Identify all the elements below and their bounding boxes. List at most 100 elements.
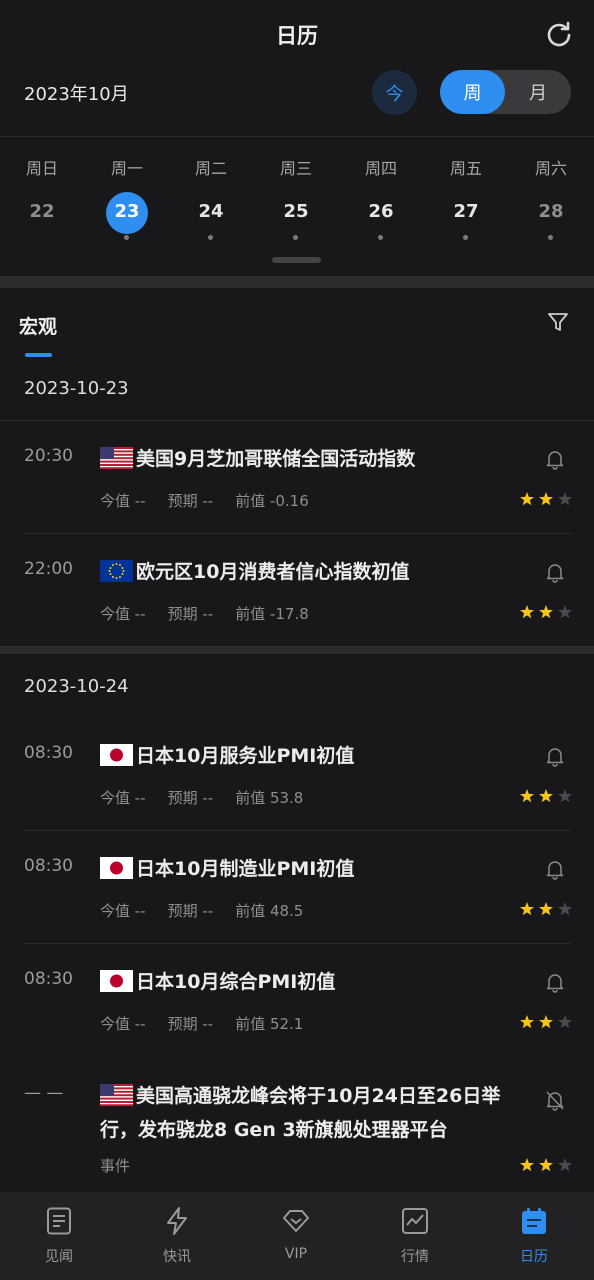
tab-calendar[interactable]: 日历 — [475, 1192, 593, 1280]
event-row[interactable]: 08:30 日本10月制造业PMI初值 今值 -- 预期 -- 前值 48.5 — [0, 850, 594, 940]
day-24[interactable]: 24 — [190, 192, 232, 234]
event-title: 美国9月芝加哥联储全国活动指数 — [100, 442, 415, 476]
jp-flag-icon — [100, 970, 133, 992]
event-values: 今值 -- 预期 -- 前值 52.1 — [100, 1013, 325, 1034]
page-title: 日历 — [276, 24, 318, 48]
weekday-label: 周四 — [364, 159, 397, 178]
event-title: 欧元区10月消费者信心指数初值 — [100, 555, 409, 589]
tab-label: VIP — [284, 1246, 308, 1262]
divider — [24, 943, 571, 944]
today-button[interactable]: 今 — [372, 70, 417, 115]
event-dot — [124, 235, 129, 240]
eu-flag-icon — [100, 560, 133, 582]
forecast-value: 预期 -- — [167, 902, 214, 920]
forecast-value: 预期 -- — [167, 1015, 214, 1033]
date-header: 2023-10-23 — [24, 378, 129, 399]
event-time: — — — [24, 1083, 64, 1103]
event-values: 今值 -- 预期 -- 前值 53.8 — [100, 787, 325, 808]
day-28[interactable]: 28 — [530, 192, 572, 234]
event-dot — [463, 235, 468, 240]
expand-handle[interactable] — [272, 257, 321, 263]
importance-stars — [520, 1015, 572, 1029]
tab-label: 日历 — [520, 1249, 548, 1265]
event-title: 日本10月服务业PMI初值 — [100, 739, 354, 773]
diamond-icon — [283, 1210, 309, 1232]
actual-value: 今值 -- — [100, 492, 146, 510]
forecast-value: 预期 -- — [167, 492, 214, 510]
event-time: 08:30 — [24, 856, 73, 876]
calendar-icon — [522, 1208, 546, 1234]
event-values: 今值 -- 预期 -- 前值 -17.8 — [100, 603, 331, 624]
tab-label: 见闻 — [45, 1249, 73, 1265]
event-dot — [548, 235, 553, 240]
day-27[interactable]: 27 — [445, 192, 487, 234]
bell-icon[interactable] — [544, 448, 566, 470]
event-title: 日本10月制造业PMI初值 — [100, 852, 354, 886]
event-tag: 事件 — [100, 1157, 131, 1175]
event-values: 今值 -- 预期 -- 前值 -0.16 — [100, 490, 331, 511]
previous-value: 前值 52.1 — [235, 1015, 304, 1033]
importance-stars — [520, 605, 572, 619]
bell-icon[interactable] — [544, 858, 566, 880]
group-separator — [0, 646, 594, 654]
day-23-selected[interactable]: 23 — [106, 192, 148, 234]
bell-off-icon[interactable] — [544, 1089, 566, 1111]
forecast-value: 预期 -- — [167, 789, 214, 807]
lightning-icon — [167, 1207, 187, 1235]
weekday-label: 周六 — [534, 159, 567, 178]
news-icon — [47, 1207, 71, 1235]
importance-stars — [520, 789, 572, 803]
event-time: 22:00 — [24, 559, 73, 579]
divider — [0, 420, 594, 421]
previous-value: 前值 -17.8 — [235, 605, 309, 623]
weekday-label: 周日 — [25, 159, 58, 178]
weekday-label: 周五 — [449, 159, 482, 178]
event-time: 08:30 — [24, 743, 73, 763]
event-dot — [378, 235, 383, 240]
tab-flash[interactable]: 快讯 — [118, 1192, 236, 1280]
event-row[interactable]: 20:30 美国9月芝加哥联储全国活动指数 今值 -- 预期 -- 前值 -0.16 — [0, 440, 594, 530]
forecast-value: 预期 -- — [167, 605, 214, 623]
bell-icon[interactable] — [544, 561, 566, 583]
divider — [24, 533, 571, 534]
weekday-label: 周一 — [110, 159, 143, 178]
event-title: 美国高通骁龙峰会将于10月24日至26日举行，发布骁龙8 Gen 3新旗舰处理器… — [100, 1084, 501, 1141]
actual-value: 今值 -- — [100, 789, 146, 807]
previous-value: 前值 -0.16 — [235, 492, 309, 510]
jp-flag-icon — [100, 744, 133, 766]
weekday-label: 周二 — [194, 159, 227, 178]
month-view-button[interactable]: 月 — [505, 70, 571, 114]
event-time: 08:30 — [24, 969, 73, 989]
previous-value: 前值 53.8 — [235, 789, 304, 807]
refresh-icon[interactable] — [544, 20, 574, 50]
current-month[interactable]: 2023年10月 — [24, 80, 129, 106]
tab-news[interactable]: 见闻 — [0, 1192, 118, 1280]
jp-flag-icon — [100, 857, 133, 879]
bell-icon[interactable] — [544, 971, 566, 993]
actual-value: 今值 -- — [100, 902, 146, 920]
event-row[interactable]: — — 美国高通骁龙峰会将于10月24日至26日举行，发布骁龙8 Gen 3新旗… — [0, 1077, 594, 1189]
event-title: 日本10月综合PMI初值 — [100, 965, 335, 999]
section-title-macro[interactable]: 宏观 — [19, 312, 57, 339]
weekday-label: 周三 — [279, 159, 312, 178]
event-time: 20:30 — [24, 446, 73, 466]
bell-icon[interactable] — [544, 745, 566, 767]
filter-icon[interactable] — [546, 310, 570, 334]
tab-vip[interactable]: VIP — [237, 1192, 355, 1280]
tab-label: 快讯 — [163, 1249, 191, 1265]
actual-value: 今值 -- — [100, 1015, 146, 1033]
importance-stars — [520, 1158, 572, 1172]
day-26[interactable]: 26 — [360, 192, 402, 234]
section-separator — [0, 276, 594, 288]
importance-stars — [520, 902, 572, 916]
day-25[interactable]: 25 — [275, 192, 317, 234]
event-row[interactable]: 22:00 欧元区10月消费者信心指数初值 今值 -- 预期 -- 前值 -17.8 — [0, 553, 594, 643]
date-header: 2023-10-24 — [24, 676, 129, 697]
day-22[interactable]: 22 — [21, 192, 63, 234]
section-underline — [25, 353, 52, 357]
tab-market[interactable]: 行情 — [356, 1192, 474, 1280]
event-row[interactable]: 08:30 日本10月综合PMI初值 今值 -- 预期 -- 前值 52.1 — [0, 963, 594, 1053]
us-flag-icon — [100, 447, 133, 469]
event-row[interactable]: 08:30 日本10月服务业PMI初值 今值 -- 预期 -- 前值 53.8 — [0, 737, 594, 827]
week-view-button[interactable]: 周 — [440, 70, 505, 114]
